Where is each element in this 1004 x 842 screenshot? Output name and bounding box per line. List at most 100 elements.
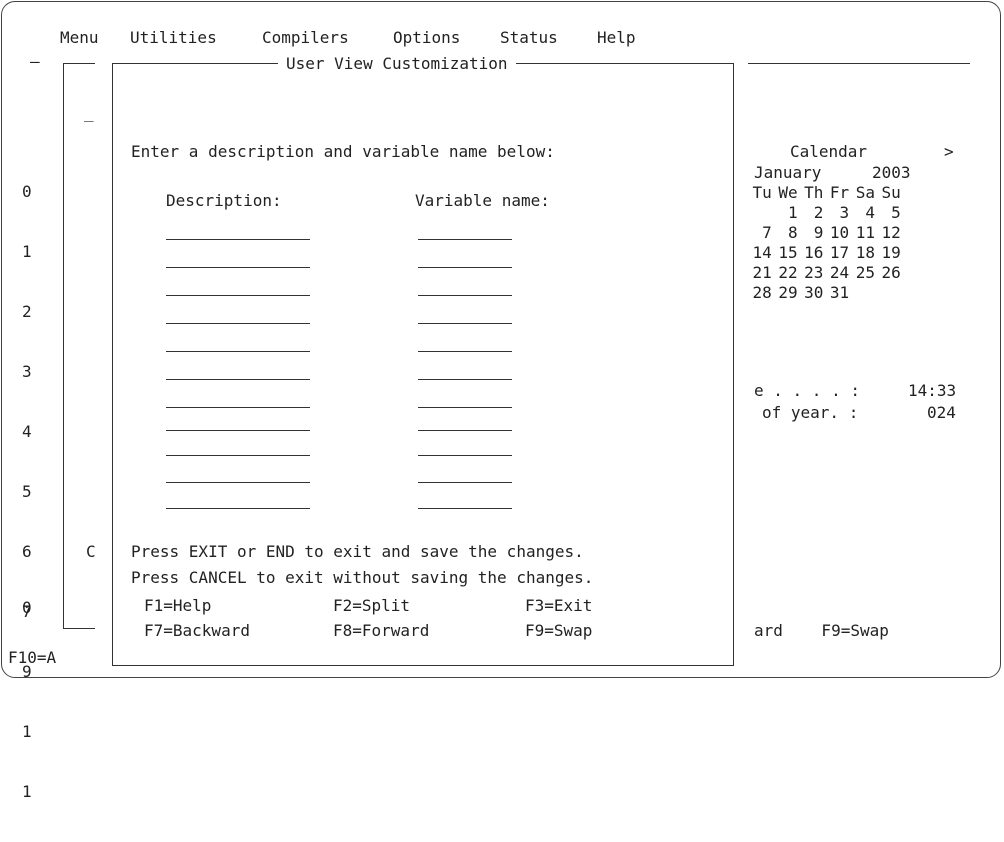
footer-save-instructions: Press EXIT or END to exit and save the c… [131,542,584,561]
calendar-day: 25 [855,263,875,282]
variable-name-field[interactable] [418,482,512,483]
f2-split-key[interactable]: F2=Split [333,596,410,616]
calendar-week: 14 15 16 17 18 19 [746,243,901,263]
variable-name-field[interactable] [418,351,512,352]
f9-swap-key[interactable]: F9=Swap [525,621,592,641]
calendar-day: 26 [881,263,901,282]
calendar-day: 21 [752,263,772,282]
calendar-title: Calendar [790,142,868,161]
calendar-day: 5 [891,203,901,222]
variable-name-field[interactable] [418,379,512,380]
calendar-day [875,283,901,303]
calendar-day: 17 [829,243,850,262]
menu-item-menu[interactable]: Menu [60,28,99,48]
left-gutter: 0 1 2 3 4 5 6 7 9 1 1 [22,182,32,801]
calendar-weekday-header: Tu We Th Fr Sa Su [746,183,901,203]
menu-item-utilities[interactable]: Utilities [130,28,217,48]
day-of-year-label: of year. : [762,403,859,422]
description-field[interactable] [166,295,310,296]
description-field[interactable] [166,379,310,380]
weekday-label: Sa [855,183,875,202]
description-field[interactable] [166,508,310,509]
description-field[interactable] [166,455,310,456]
weekday-label: Tu [752,183,772,202]
description-header: Description: [166,191,282,210]
zero-marker: 0 [22,598,32,617]
underlying-bottom-line [63,628,95,629]
calendar-day [746,203,772,223]
calendar-week: 28 29 30 31 [746,283,901,303]
calendar-day [849,283,875,303]
calendar-day: 2 [813,203,824,222]
description-field[interactable] [166,267,310,268]
description-field[interactable] [166,482,310,483]
description-field[interactable] [166,407,310,408]
description-field[interactable] [166,351,310,352]
cursor-underscore: _ [84,103,94,122]
calendar-day: 28 [752,283,772,302]
dialog-title: User View Customization [278,54,516,74]
calendar-day: 23 [804,263,824,282]
underlying-left-border [63,63,64,628]
dialog-prompt: Enter a description and variable name be… [131,142,555,161]
calendar-day: 16 [804,243,824,262]
description-field[interactable] [166,323,310,324]
c-marker: C [86,542,96,561]
weekday-label: Th [804,183,824,202]
f3-exit-key[interactable]: F3=Exit [525,596,592,616]
calendar-day: 3 [839,203,850,222]
description-field[interactable] [166,239,310,240]
weekday-label: Fr [829,183,850,202]
calendar-day: 18 [855,243,875,262]
underlying-top-line [63,63,95,64]
variable-name-field[interactable] [418,323,512,324]
variable-name-field[interactable] [418,508,512,509]
calendar-year: 2003 [872,163,911,182]
calendar-day: 22 [778,263,798,282]
calendar-day: 10 [829,223,850,242]
calendar-next-arrow[interactable]: > [944,142,954,162]
variable-name-field[interactable] [418,295,512,296]
calendar-day: 4 [865,203,875,222]
menu-item-compilers[interactable]: Compilers [262,28,349,48]
calendar-day: 1 [787,203,798,222]
terminal-screen: Menu Utilities Compilers Options Status … [0,0,1004,801]
variable-name-field[interactable] [418,239,512,240]
right-top-line [748,63,970,64]
calendar-day: 19 [881,243,901,262]
calendar-day: 14 [752,243,772,262]
weekday-label: We [778,183,798,202]
calendar-day: 24 [829,263,850,282]
f8-forward-key[interactable]: F8=Forward [333,621,429,641]
calendar-day: 29 [778,283,798,302]
variable-name-field[interactable] [418,407,512,408]
footer-cancel-instructions: Press CANCEL to exit without saving the … [131,568,594,587]
underlying-fkeys-partial: ard F9=Swap [754,621,889,640]
calendar-day: 11 [855,223,875,242]
menu-item-help[interactable]: Help [597,28,636,48]
time-value: 14:33 [908,381,957,400]
left-dash: – [30,52,40,71]
calendar-week: 1 2 3 4 5 [746,203,901,223]
calendar-day: 15 [778,243,798,262]
calendar-day: 12 [881,223,901,242]
variable-name-field[interactable] [418,267,512,268]
calendar-month: January [754,163,822,182]
variable-name-field[interactable] [418,430,512,431]
f1-help-key[interactable]: F1=Help [144,596,211,616]
calendar-day: 30 [804,283,824,302]
calendar-week: 7 8 9 10 11 12 [746,223,901,243]
calendar-day: 31 [829,283,850,302]
time-label: e . . . . : [754,381,860,400]
f10-key-partial[interactable]: F10=A [8,648,56,668]
menu-item-status[interactable]: Status [500,28,558,48]
variable-name-header: Variable name: [415,191,550,210]
day-of-year-value: 024 [927,403,956,422]
calendar-day: 8 [787,223,798,242]
weekday-label: Su [881,183,901,202]
menu-item-options[interactable]: Options [393,28,460,48]
f7-backward-key[interactable]: F7=Backward [144,621,250,641]
variable-name-field[interactable] [418,455,512,456]
calendar-grid: Tu We Th Fr Sa Su 1 2 3 4 5 7 8 9 10 11 … [746,183,901,303]
description-field[interactable] [166,430,310,431]
